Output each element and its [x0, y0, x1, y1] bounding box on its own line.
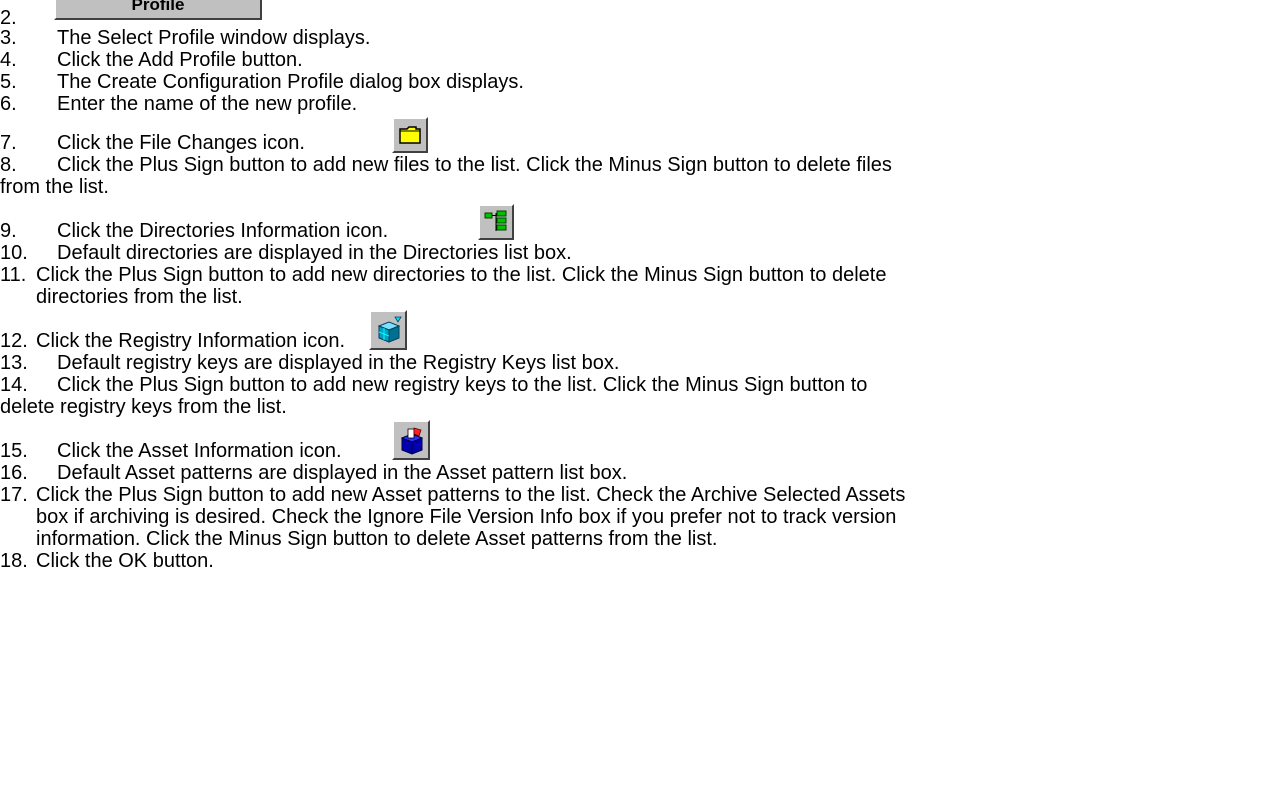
step-11-continuation: directories from the list.	[36, 286, 243, 308]
step-text: Click the Plus Sign button to add new As…	[36, 484, 906, 506]
step-17-continuation-2: information. Click the Minus Sign button…	[36, 528, 718, 550]
step-number: 8.	[0, 154, 17, 176]
folder-icon[interactable]	[392, 117, 428, 153]
step-14-continuation: delete registry keys from the list.	[0, 396, 287, 418]
registry-cube-icon[interactable]	[369, 310, 407, 350]
step-text: The Select Profile window displays.	[57, 27, 371, 49]
step-number: 18.	[0, 550, 28, 572]
step-text: Enter the name of the new profile.	[57, 93, 358, 115]
step-number: 14.	[0, 374, 28, 396]
step-text: Click the Add Profile button.	[57, 49, 303, 71]
step-17-continuation-1: box if archiving is desired. Check the I…	[36, 506, 897, 528]
step-text: Default Asset patterns are displayed in …	[57, 462, 628, 484]
step-number: 12.	[0, 330, 28, 352]
step-text: Click the Plus Sign button to add new re…	[57, 374, 868, 396]
step-text: Default registry keys are displayed in t…	[57, 352, 620, 374]
step-number: 15.	[0, 440, 28, 462]
step-number: 6.	[0, 93, 17, 115]
step-text: The Create Configuration Profile dialog …	[57, 71, 524, 93]
step-text: Click the Registry Information icon.	[36, 330, 346, 352]
step-number: 3.	[0, 27, 17, 49]
step-number: 16.	[0, 462, 28, 484]
step-8-continuation: from the list.	[0, 176, 109, 198]
asset-box-icon[interactable]	[392, 420, 430, 460]
step-text: Default directories are displayed in the…	[57, 242, 572, 264]
step-number: 10.	[0, 242, 28, 264]
step-text: Click the OK button.	[36, 550, 214, 572]
step-text: Click the Plus Sign button to add new fi…	[57, 154, 892, 176]
directory-tree-icon[interactable]	[478, 204, 514, 240]
step-number: 11.	[0, 264, 27, 286]
step-number: 9.	[0, 220, 17, 242]
step-number: 5.	[0, 71, 17, 93]
step-number: 7.	[0, 132, 17, 154]
step-number: 4.	[0, 49, 17, 71]
profile-button[interactable]: Profile	[54, 0, 262, 20]
step-text: Click the File Changes icon.	[57, 132, 305, 154]
step-text: Click the Directories Information icon.	[57, 220, 389, 242]
step-number: 13.	[0, 352, 28, 374]
step-number: 17.	[0, 484, 28, 506]
step-text: Click the Asset Information icon.	[57, 440, 342, 462]
step-text: Click the Plus Sign button to add new di…	[36, 264, 887, 286]
